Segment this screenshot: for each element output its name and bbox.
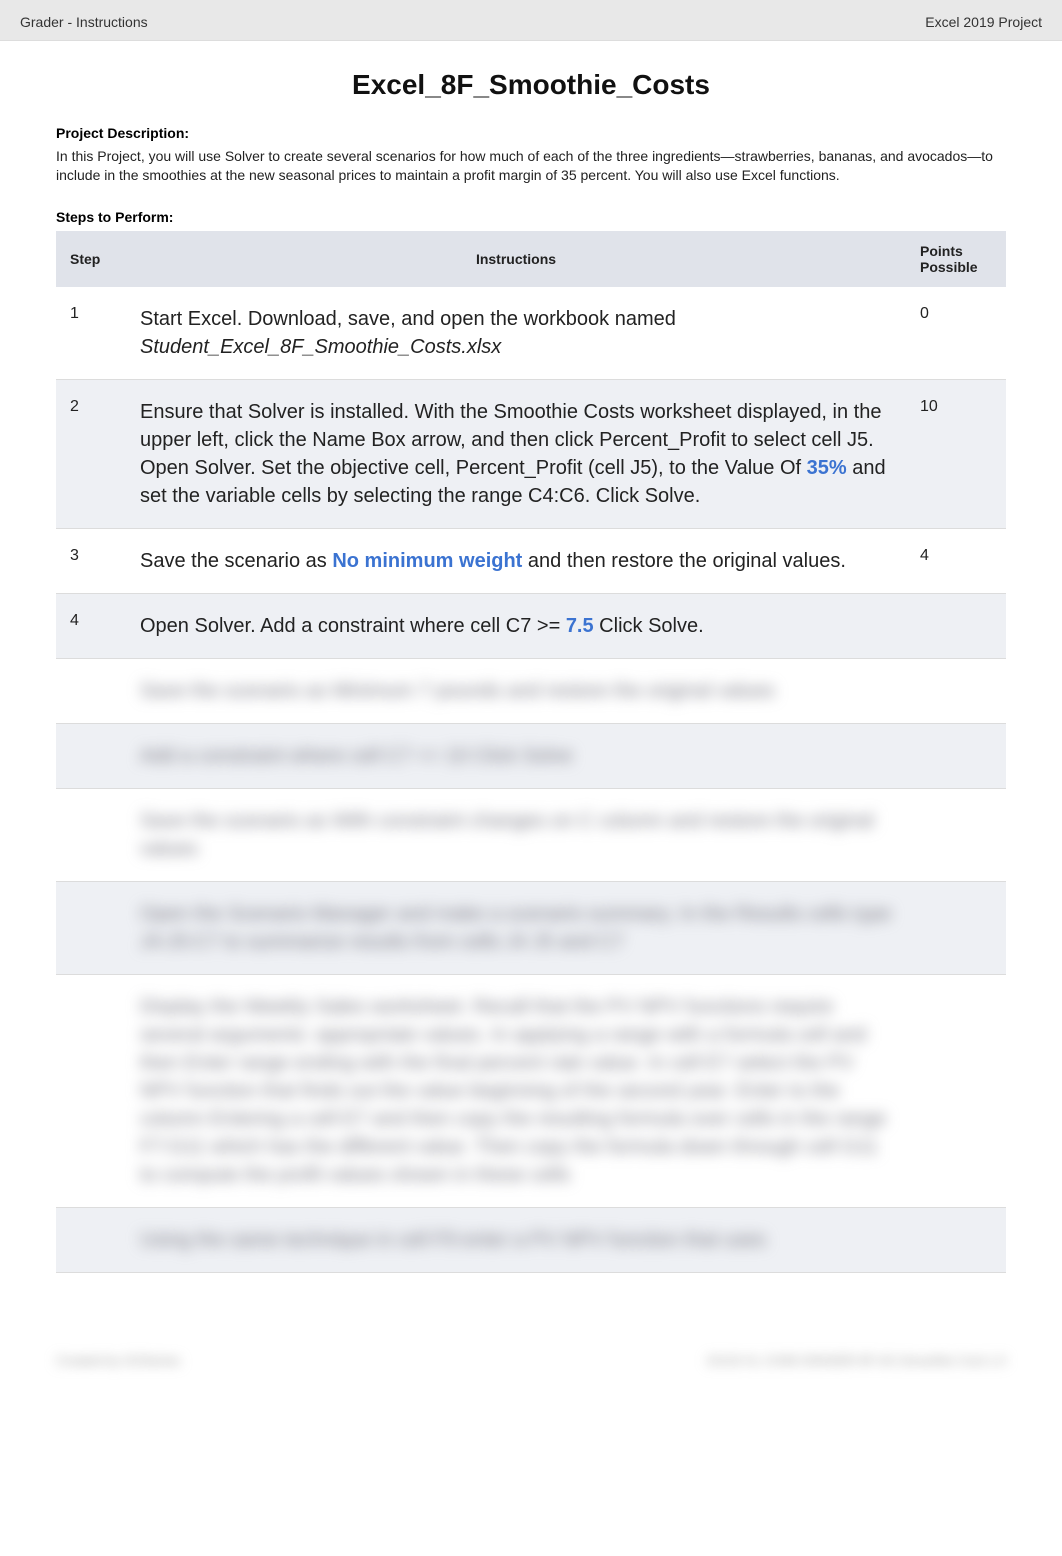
step-instructions-locked: Save the scenario as Minimum 7 pounds an… <box>126 658 906 723</box>
project-description-label: Project Description: <box>56 125 1006 141</box>
steps-table: Step Instructions Points Possible 1 Star… <box>56 231 1006 1273</box>
step-number <box>56 974 126 1207</box>
steps-label: Steps to Perform: <box>56 209 1006 225</box>
step-points: 10 <box>906 379 1006 528</box>
step-points <box>906 974 1006 1207</box>
step-number: 2 <box>56 379 126 528</box>
table-row-locked: Open the Scenario Manager and make a sce… <box>56 881 1006 974</box>
header-right: Excel 2019 Project <box>925 14 1042 30</box>
step-points <box>906 723 1006 788</box>
header-left: Grader - Instructions <box>20 14 148 30</box>
page-title: Excel_8F_Smoothie_Costs <box>56 69 1006 101</box>
step-points <box>906 1207 1006 1272</box>
page-footer: Created by GOSeries GO19 XL CH08 GRADER … <box>56 1353 1006 1368</box>
project-description: In this Project, you will use Solver to … <box>56 147 1006 185</box>
table-row-locked: Save the scenario as Minimum 7 pounds an… <box>56 658 1006 723</box>
step-number <box>56 881 126 974</box>
step-instructions: Save the scenario as No minimum weight a… <box>126 528 906 593</box>
step-points: 0 <box>906 287 1006 380</box>
table-row: 4 Open Solver. Add a constraint where ce… <box>56 593 1006 658</box>
step-points <box>906 788 1006 881</box>
step-points <box>906 593 1006 658</box>
col-points: Points Possible <box>906 231 1006 287</box>
step-points <box>906 658 1006 723</box>
table-row: 1 Start Excel. Download, save, and open … <box>56 287 1006 380</box>
step-instructions-locked: Using the same technique in cell F9 ente… <box>126 1207 906 1272</box>
step-instructions-locked: Add a constraint where cell C7 <= 10 Cli… <box>126 723 906 788</box>
step-number <box>56 788 126 881</box>
step-instructions: Start Excel. Download, save, and open th… <box>126 287 906 380</box>
footer-right: GO19 XL CH08 GRADER 8F AS Smoothie Cost … <box>707 1353 1006 1368</box>
table-row-locked: Display the Weekly Sales worksheet. Reca… <box>56 974 1006 1207</box>
step-instructions-locked: Save the scenario as With constraint cha… <box>126 788 906 881</box>
table-row: 3 Save the scenario as No minimum weight… <box>56 528 1006 593</box>
step-instructions-locked: Open the Scenario Manager and make a sce… <box>126 881 906 974</box>
step-number: 4 <box>56 593 126 658</box>
table-row-locked: Add a constraint where cell C7 <= 10 Cli… <box>56 723 1006 788</box>
step-points: 4 <box>906 528 1006 593</box>
page-header: Grader - Instructions Excel 2019 Project <box>0 0 1062 41</box>
table-row-locked: Using the same technique in cell F9 ente… <box>56 1207 1006 1272</box>
step-number: 1 <box>56 287 126 380</box>
step-instructions: Ensure that Solver is installed. With th… <box>126 379 906 528</box>
col-instructions: Instructions <box>126 231 906 287</box>
step-number: 3 <box>56 528 126 593</box>
step-instructions-locked: Display the Weekly Sales worksheet. Reca… <box>126 974 906 1207</box>
footer-left: Created by GOSeries <box>56 1353 180 1368</box>
step-number <box>56 723 126 788</box>
table-row-locked: Save the scenario as With constraint cha… <box>56 788 1006 881</box>
table-row: 2 Ensure that Solver is installed. With … <box>56 379 1006 528</box>
step-instructions: Open Solver. Add a constraint where cell… <box>126 593 906 658</box>
step-points <box>906 881 1006 974</box>
col-step: Step <box>56 231 126 287</box>
step-number <box>56 1207 126 1272</box>
step-number <box>56 658 126 723</box>
